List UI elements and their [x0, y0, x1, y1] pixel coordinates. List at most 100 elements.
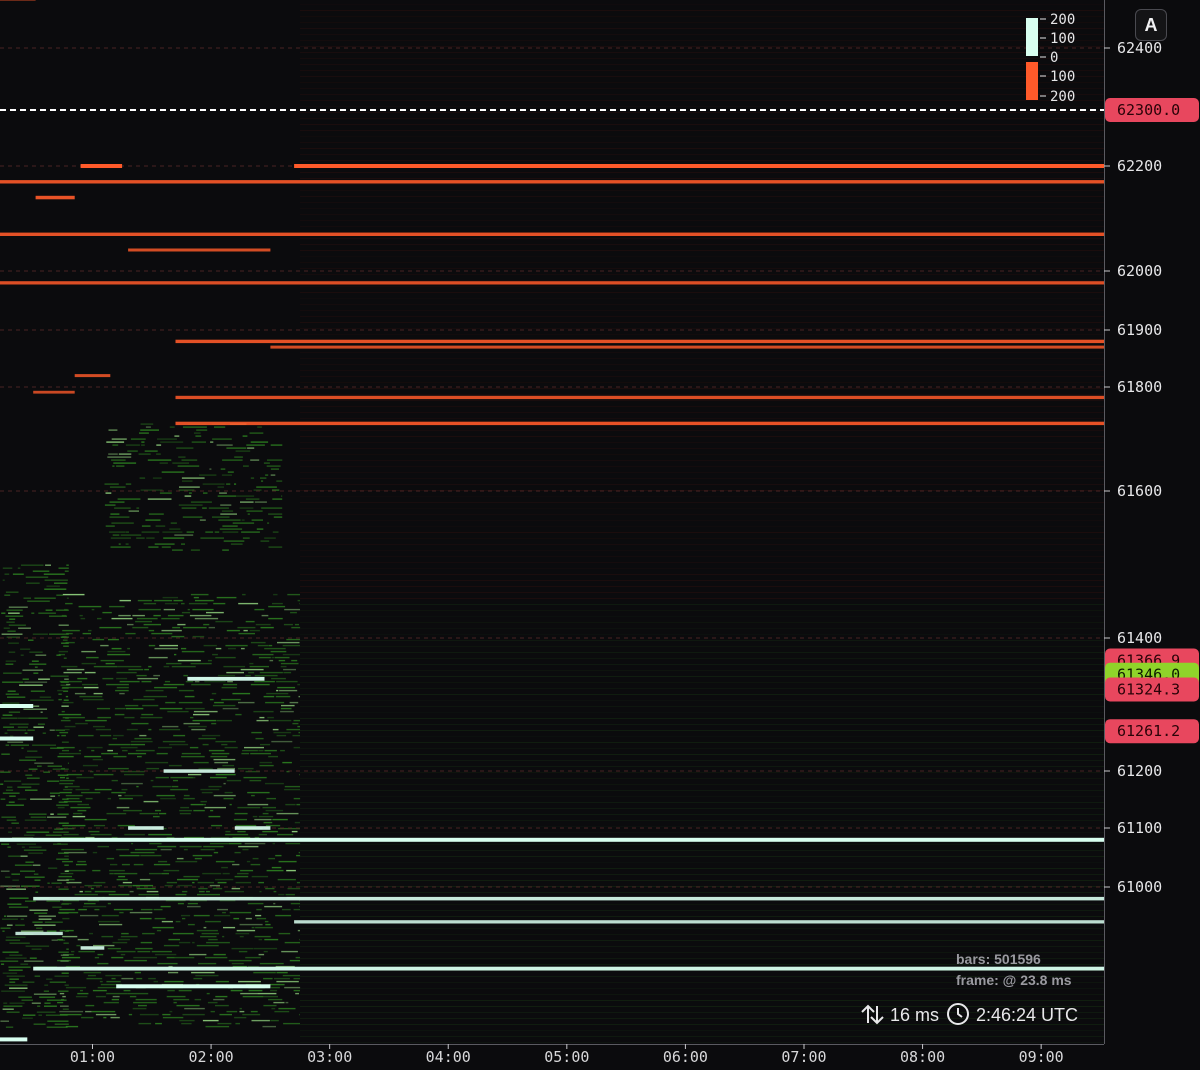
time-axis[interactable]: 01:00 02:00 03:00 04:00 05:00 06:00 07:00 08:00… — [0, 1044, 1104, 1066]
bid-noise-mark — [265, 824, 281, 827]
background-streak — [300, 394, 1104, 395]
bid-noise-mark — [271, 656, 275, 659]
bid-noise-mark — [105, 525, 115, 527]
bid-noise-mark — [114, 707, 126, 710]
background-streak — [300, 244, 1104, 245]
bid-noise-mark — [51, 939, 58, 941]
bid-noise-mark — [109, 869, 125, 872]
bid-noise-mark — [173, 734, 186, 737]
bid-noise-mark — [54, 828, 63, 830]
bid-noise-mark — [213, 851, 219, 854]
bid-noise-mark — [148, 656, 168, 659]
background-streak — [300, 694, 1104, 695]
bid-noise-mark — [164, 680, 171, 683]
bid-noise-mark — [98, 920, 120, 923]
bid-noise-mark — [267, 459, 283, 461]
bid-noise-mark — [64, 864, 69, 866]
bid-noise-mark — [26, 582, 40, 584]
bid-noise-mark — [265, 701, 285, 704]
bid-noise-mark — [97, 716, 111, 719]
bid-noise-mark — [221, 866, 228, 869]
bid-noise-mark — [134, 971, 141, 974]
bid-noise-mark — [141, 525, 151, 527]
bid-noise-mark — [29, 813, 47, 815]
bid-noise-mark — [265, 474, 269, 476]
bid-noise-mark — [33, 993, 57, 995]
bid-noise-mark — [272, 498, 283, 500]
bid-level — [128, 826, 164, 830]
bid-noise-mark — [153, 815, 160, 818]
bid-noise-mark — [139, 917, 152, 920]
bid-noise-mark — [203, 803, 206, 806]
bid-noise-mark — [202, 743, 209, 746]
background-streak — [300, 538, 1104, 539]
background-streak — [300, 574, 1104, 575]
bid-noise-mark — [214, 761, 229, 764]
bid-noise-mark — [205, 1025, 230, 1028]
bid-noise-mark — [100, 659, 124, 662]
bid-noise-mark — [25, 861, 34, 863]
bid-noise-mark — [90, 833, 112, 836]
bid-noise-mark — [4, 732, 8, 734]
bid-noise-mark — [119, 599, 131, 602]
bid-noise-mark — [84, 755, 102, 758]
bid-noise-mark — [109, 501, 125, 503]
bid-noise-mark — [23, 597, 31, 599]
bid-noise-mark — [94, 890, 116, 893]
bid-noise-mark — [117, 938, 130, 941]
bid-noise-mark — [25, 945, 50, 947]
bid-noise-mark — [24, 819, 47, 821]
bid-noise-mark — [161, 872, 169, 875]
bid-noise-mark — [104, 504, 116, 506]
legend-label: 100 — [1050, 69, 1075, 85]
bid-noise-mark — [107, 749, 113, 752]
bid-noise-mark — [2, 567, 13, 569]
bid-noise-mark — [153, 863, 171, 866]
bid-noise-mark — [86, 746, 103, 749]
bid-noise-mark — [115, 689, 129, 692]
bid-noise-mark — [181, 543, 185, 545]
bid-noise-mark — [2, 972, 18, 974]
bid-noise-mark — [269, 983, 285, 986]
background-streak — [300, 22, 1104, 23]
bid-noise-mark — [90, 887, 94, 890]
bars-counter: bars: 501596 — [956, 951, 1041, 967]
bid-noise-mark — [253, 710, 274, 713]
bid-noise-mark — [196, 429, 208, 431]
bid-noise-mark — [28, 717, 48, 719]
bid-noise-mark — [61, 710, 65, 713]
bid-noise-mark — [227, 471, 234, 473]
bid-noise-mark — [226, 779, 242, 782]
bid-noise-mark — [187, 923, 195, 926]
bid-noise-mark — [135, 947, 153, 950]
bid-noise-mark — [163, 944, 180, 947]
bid-noise-mark — [65, 602, 73, 605]
bid-noise-mark — [181, 611, 191, 614]
auto-scale-button[interactable]: A — [1135, 9, 1167, 41]
bid-noise-mark — [199, 890, 205, 893]
bid-noise-mark — [224, 890, 244, 893]
bid-noise-mark — [270, 444, 283, 446]
heatmap-chart[interactable]: 62400 62200 62000 61900 61800 61600 61400 61200… — [0, 0, 1200, 1070]
bid-noise-mark — [235, 713, 242, 716]
background-streak — [300, 712, 1104, 713]
bid-noise-mark — [206, 941, 230, 944]
bid-noise-mark — [25, 756, 43, 758]
bid-noise-mark — [190, 549, 200, 551]
bid-noise-mark — [163, 608, 175, 611]
price-axis[interactable]: 6240062200620006190061800616006140061200… — [1104, 0, 1162, 1044]
background-streak — [300, 1000, 1104, 1001]
ask-level — [294, 164, 1105, 168]
bid-noise-mark — [57, 990, 69, 992]
bid-noise-mark — [140, 941, 153, 944]
background-streak — [300, 1042, 1104, 1043]
bid-noise-mark — [101, 935, 114, 938]
bid-noise-mark — [140, 489, 163, 491]
heatmap-canvas[interactable]: 6240062200620006190061800616006140061200… — [0, 0, 1200, 1070]
bid-noise-mark — [134, 848, 158, 851]
latency-text: 16 ms — [890, 1005, 939, 1025]
background-streak — [300, 676, 1104, 677]
bid-noise-mark — [279, 689, 298, 692]
bid-noise-mark — [33, 1023, 46, 1025]
bid-noise-mark — [126, 728, 138, 731]
